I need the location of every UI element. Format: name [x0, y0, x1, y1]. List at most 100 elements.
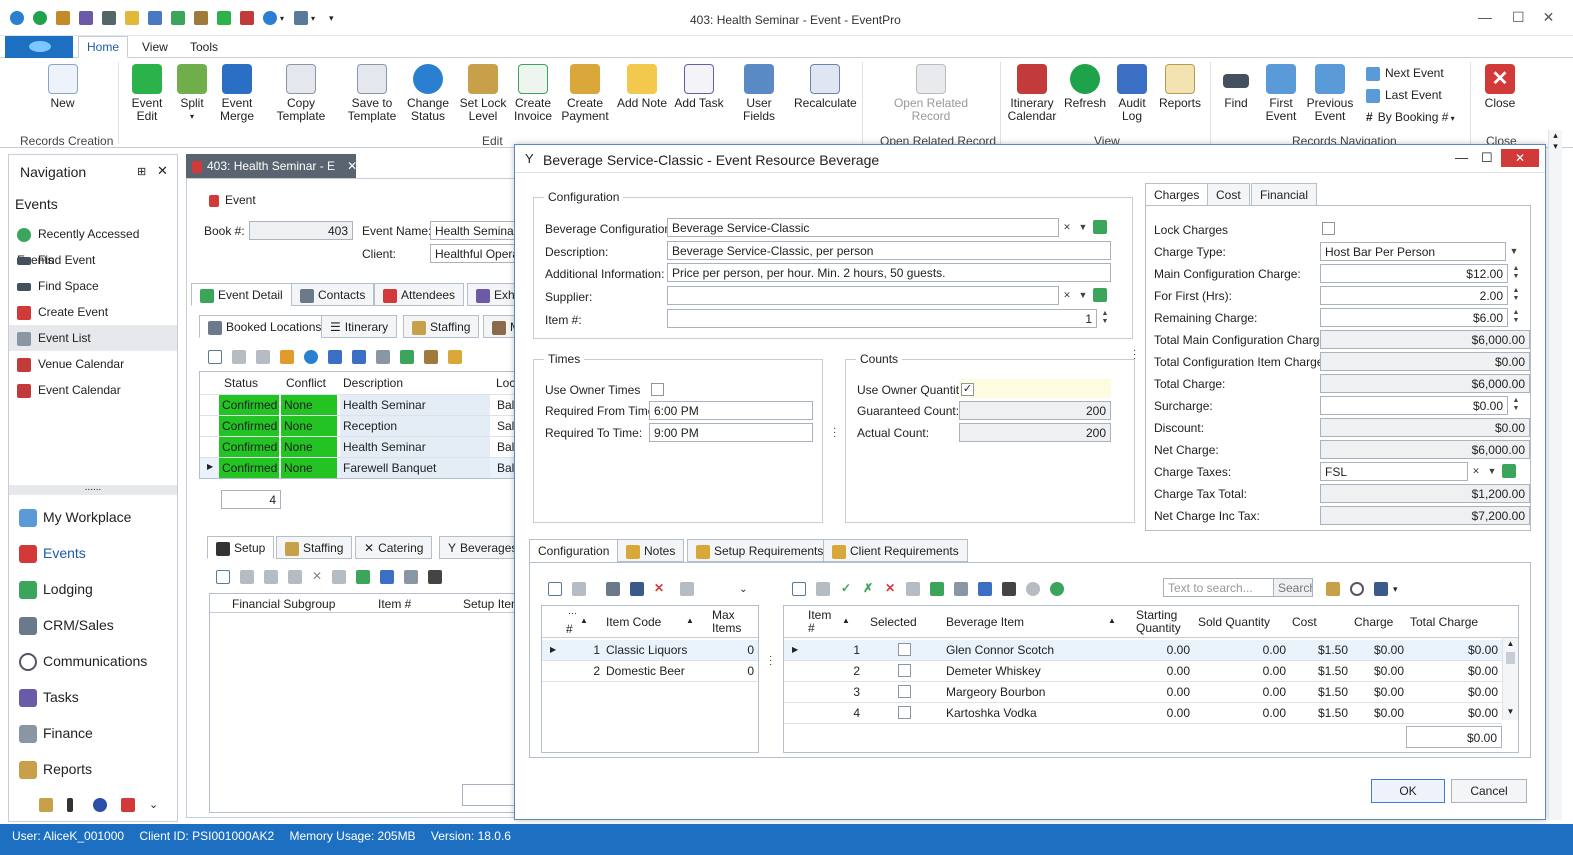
module-crm-sales[interactable]: CRM/Sales	[9, 611, 177, 647]
side-scroll-strip[interactable]: ▴ ▾	[1548, 130, 1562, 820]
new-button[interactable]: New	[40, 64, 85, 110]
by-booking-button[interactable]: # By Booking # ▾	[1366, 110, 1455, 124]
search-icon[interactable]	[1350, 581, 1364, 596]
spinner-icon[interactable]: ▲ ▼	[1508, 309, 1524, 326]
layout-icon[interactable]	[376, 349, 390, 364]
spinner-icon[interactable]: ▲ ▼	[1508, 397, 1524, 414]
document-tab[interactable]: 403: Health Seminar - E ✕	[186, 154, 357, 178]
book-field[interactable]: 403	[249, 221, 353, 240]
actual-count-field[interactable]: 200	[959, 423, 1111, 442]
next-event-button[interactable]: Next Event	[1366, 66, 1444, 81]
sort-up-icon[interactable]: ▲	[1108, 616, 1116, 625]
module-lodging[interactable]: Lodging	[9, 575, 177, 611]
uncheck-icon[interactable]: ✗	[863, 581, 873, 595]
charge-value-field[interactable]: $6.00	[1320, 308, 1508, 327]
dialog-close-icon[interactable]: ✕	[1501, 149, 1539, 167]
tab-more[interactable]: M	[483, 315, 517, 338]
add-circle-icon[interactable]	[1050, 581, 1065, 596]
user-fields-button[interactable]: User Fields	[730, 64, 788, 123]
nav-item-recently-accessed[interactable]: Recently Accessed Events	[9, 221, 177, 267]
tab-configuration[interactable]: Configuration	[529, 539, 619, 562]
module-reports[interactable]: Reports	[9, 755, 177, 791]
payment-icon[interactable]	[194, 10, 208, 25]
tab-booked-locations[interactable]: Booked Locations	[199, 315, 331, 338]
copy-icon[interactable]	[572, 581, 586, 596]
tab-setup[interactable]: Setup	[207, 536, 275, 559]
chevron-down-icon[interactable]: ▼	[1075, 219, 1091, 236]
tab-itinerary[interactable]: ☰ Itinerary	[321, 315, 398, 338]
required-from-time-field[interactable]: 6:00 PM	[649, 401, 813, 420]
layout-icon[interactable]	[404, 569, 419, 584]
nav-item-create-event[interactable]: Create Event	[9, 299, 177, 325]
lock-icon[interactable]	[294, 10, 309, 25]
check-icon[interactable]: ✓	[841, 581, 851, 595]
table-row[interactable]: ▶ConfirmedNoneFarewell BanquetBallr	[200, 457, 518, 478]
nav-item-venue-calendar[interactable]: Venue Calendar	[9, 351, 177, 377]
add-location-icon[interactable]	[328, 349, 342, 364]
item-number-field[interactable]: 1	[667, 309, 1097, 328]
module-my-workplace[interactable]: My Workplace	[9, 503, 177, 539]
clear-icon[interactable]: ✕	[1059, 219, 1075, 236]
minimize-icon[interactable]: —	[1478, 9, 1492, 25]
beverage-configuration-field[interactable]: Beverage Service-Classic	[667, 218, 1059, 237]
nav-item-event-list[interactable]: Event List	[9, 325, 177, 351]
previous-event-button[interactable]: Previous Event	[1306, 64, 1354, 123]
sort-icon[interactable]	[67, 797, 73, 812]
selected-checkbox[interactable]	[898, 706, 911, 719]
print-icon[interactable]	[332, 569, 347, 584]
window-close-icon[interactable]: ✕	[1543, 9, 1555, 25]
tab-event-detail[interactable]: Event Detail	[191, 283, 292, 306]
globe-icon[interactable]	[93, 797, 107, 812]
table-row[interactable]: ConfirmedNoneHealth SeminarBallr	[200, 394, 518, 415]
table-icon[interactable]	[930, 581, 945, 596]
table-icon[interactable]	[356, 569, 371, 584]
tab-staffing[interactable]: Staffing	[403, 315, 480, 338]
close-button[interactable]: ✕ Close	[1480, 64, 1520, 110]
recalculate-button[interactable]: Recalculate	[794, 64, 857, 110]
module-communications[interactable]: Communications	[9, 647, 177, 683]
delete-icon[interactable]: ✕	[654, 581, 664, 595]
save-icon[interactable]	[1374, 581, 1388, 596]
tab-client-requirements[interactable]: Client Requirements	[823, 539, 968, 562]
additional-info-field[interactable]: Price per person, per hour. Min. 2 hours…	[667, 263, 1111, 282]
first-event-button[interactable]: First Event	[1260, 64, 1302, 123]
supplier-field[interactable]	[667, 286, 1059, 305]
create-payment-button[interactable]: Create Payment	[560, 64, 610, 123]
column-icon[interactable]	[978, 581, 993, 596]
dialog-minimize-icon[interactable]: —	[1455, 150, 1468, 165]
tab-cost[interactable]: Cost	[1207, 183, 1250, 206]
table-row[interactable]: 3 Margeory Bourbon 0.00 0.00 $1.50 $0.00 $0.00	[784, 682, 1502, 703]
event-merge-button[interactable]: Event Merge	[216, 64, 258, 123]
splitter-handle[interactable]: · · ·	[769, 652, 772, 670]
tab-beverages[interactable]: Y Beverages	[439, 536, 517, 559]
chevron-down-icon[interactable]: ▼	[1484, 463, 1500, 480]
grid-icon[interactable]	[288, 569, 302, 584]
charge-value-field[interactable]: FSL	[1320, 462, 1468, 481]
use-owner-times-checkbox[interactable]	[651, 383, 664, 396]
tab-contacts[interactable]: Contacts	[291, 283, 375, 306]
itinerary-calendar-button[interactable]: Itinerary Calendar	[1006, 64, 1058, 123]
chevron-down-icon[interactable]: ▼	[1075, 287, 1091, 304]
module-events[interactable]: Events	[9, 539, 177, 575]
required-to-time-field[interactable]: 9:00 PM	[649, 423, 813, 442]
users-icon[interactable]	[56, 10, 70, 25]
charge-value-field[interactable]: Host Bar Per Person	[1320, 242, 1506, 261]
new-icon[interactable]	[216, 569, 230, 584]
maximize-icon[interactable]: ☐	[1512, 9, 1525, 25]
lookup-icon[interactable]	[1093, 288, 1107, 302]
task-icon[interactable]	[79, 10, 93, 25]
open-related-record-button[interactable]: Open Related Record	[892, 64, 970, 123]
tab-tools[interactable]: Tools	[190, 40, 218, 54]
note-icon[interactable]	[125, 10, 139, 25]
pin-icon[interactable]: ⊞	[137, 165, 146, 178]
sort-up-icon[interactable]: ▲	[842, 616, 850, 625]
move-icon[interactable]	[352, 349, 366, 364]
table-row[interactable]: ▶ 1 Classic Liquors 0	[542, 640, 758, 661]
edit-icon[interactable]	[264, 569, 278, 584]
last-event-button[interactable]: Last Event	[1366, 88, 1442, 103]
chevron-down-icon[interactable]: ⌄	[739, 584, 747, 595]
clear-icon[interactable]: ✕	[1059, 287, 1075, 304]
splitter-handle[interactable]: · · ·	[833, 424, 836, 442]
refresh-button[interactable]: Refresh	[1062, 64, 1108, 110]
table-row[interactable]: 4 Kartoshka Vodka 0.00 0.00 $1.50 $0.00 $0.00	[784, 703, 1502, 724]
